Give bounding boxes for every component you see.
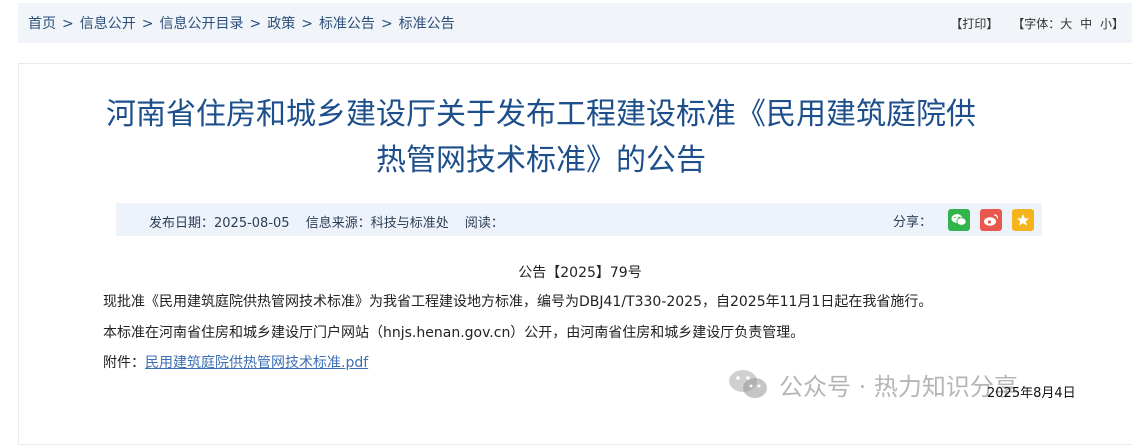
breadcrumb-info-public[interactable]: 信息公开 xyxy=(80,16,136,32)
watermark: 公众号 · 热力知识分享 xyxy=(727,366,1018,402)
read-count: 阅读： xyxy=(464,216,504,231)
breadcrumb: 首页 > 信息公开 > 信息公开目录 > 政策 > 标准公告 > 标准公告 xyxy=(28,13,455,33)
share-bar: 分享： xyxy=(893,208,1034,232)
sign-date: 2025年8月4日 xyxy=(987,386,1076,401)
page-title: 河南省住房和城乡建设厅关于发布工程建设标准《民用建筑庭院供 热管网技术标准》的公… xyxy=(0,92,1082,184)
wechat-official-account-icon xyxy=(729,370,767,398)
page-tools: 【打印】 【字体：大 中 小】 xyxy=(950,15,1124,32)
breadcrumb-policy[interactable]: 政策 xyxy=(267,16,295,32)
top-bar: 首页 > 信息公开 > 信息公开目录 > 政策 > 标准公告 > 标准公告 【打印】 【字体：大 中… xyxy=(18,3,1132,43)
publish-date: 发布日期：2025-08-05 xyxy=(149,216,290,231)
share-label: 分享： xyxy=(892,214,932,230)
attachment-row: 附件：民用建筑庭院供热管网技术标准.pdf xyxy=(103,352,368,372)
title-line-2: 热管网技术标准》的公告 xyxy=(376,143,706,178)
share-qzone-button[interactable] xyxy=(1012,209,1034,231)
font-size-label: 【字体： xyxy=(1012,17,1061,31)
font-small-button[interactable]: 小 xyxy=(1100,17,1112,31)
share-wechat-button[interactable] xyxy=(948,209,970,231)
breadcrumb-standard-notice[interactable]: 标准公告 xyxy=(319,16,375,32)
font-medium-button[interactable]: 中 xyxy=(1080,17,1092,31)
watermark-text: 公众号 · 热力知识分享 xyxy=(779,372,1018,401)
breadcrumb-home[interactable]: 首页 xyxy=(28,16,56,32)
meta-info: 发布日期：2025-08-05 信息来源：科技与标准处 阅读： xyxy=(149,212,516,231)
title-line-1: 河南省住房和城乡建设厅关于发布工程建设标准《民用建筑庭院供 xyxy=(106,97,976,132)
breadcrumb-separator: > xyxy=(249,16,262,32)
info-source: 信息来源：科技与标准处 xyxy=(305,216,449,231)
breadcrumb-info-catalog[interactable]: 信息公开目录 xyxy=(159,16,243,32)
font-size-suffix: 】 xyxy=(1111,17,1124,31)
breadcrumb-separator: > xyxy=(380,16,393,32)
qzone-star-icon xyxy=(1016,214,1030,226)
breadcrumb-current[interactable]: 标准公告 xyxy=(399,16,455,32)
share-weibo-button[interactable] xyxy=(980,209,1002,231)
body-paragraph-1: 现批准《民用建筑庭院供热管网技术标准》为我省工程建设地方标准，编号为DBJ41/… xyxy=(103,294,933,310)
attachment-pdf-link[interactable]: 民用建筑庭院供热管网技术标准.pdf xyxy=(145,355,368,371)
document-number: 公告【2025】79号 xyxy=(518,265,642,281)
breadcrumb-separator: > xyxy=(141,16,154,32)
breadcrumb-separator: > xyxy=(301,16,313,32)
weibo-icon xyxy=(984,214,999,226)
print-button[interactable]: 【打印】 xyxy=(950,17,998,31)
breadcrumb-separator: > xyxy=(62,16,74,32)
wechat-icon xyxy=(951,214,967,226)
article-meta-bar: 发布日期：2025-08-05 信息来源：科技与标准处 阅读： 分享： xyxy=(116,203,1042,236)
font-large-button[interactable]: 大 xyxy=(1060,17,1072,31)
attachment-label: 附件： xyxy=(103,355,145,371)
body-paragraph-2: 本标准在河南省住房和城乡建设厅门户网站（hnjs.henan.gov.cn）公开… xyxy=(103,325,805,341)
